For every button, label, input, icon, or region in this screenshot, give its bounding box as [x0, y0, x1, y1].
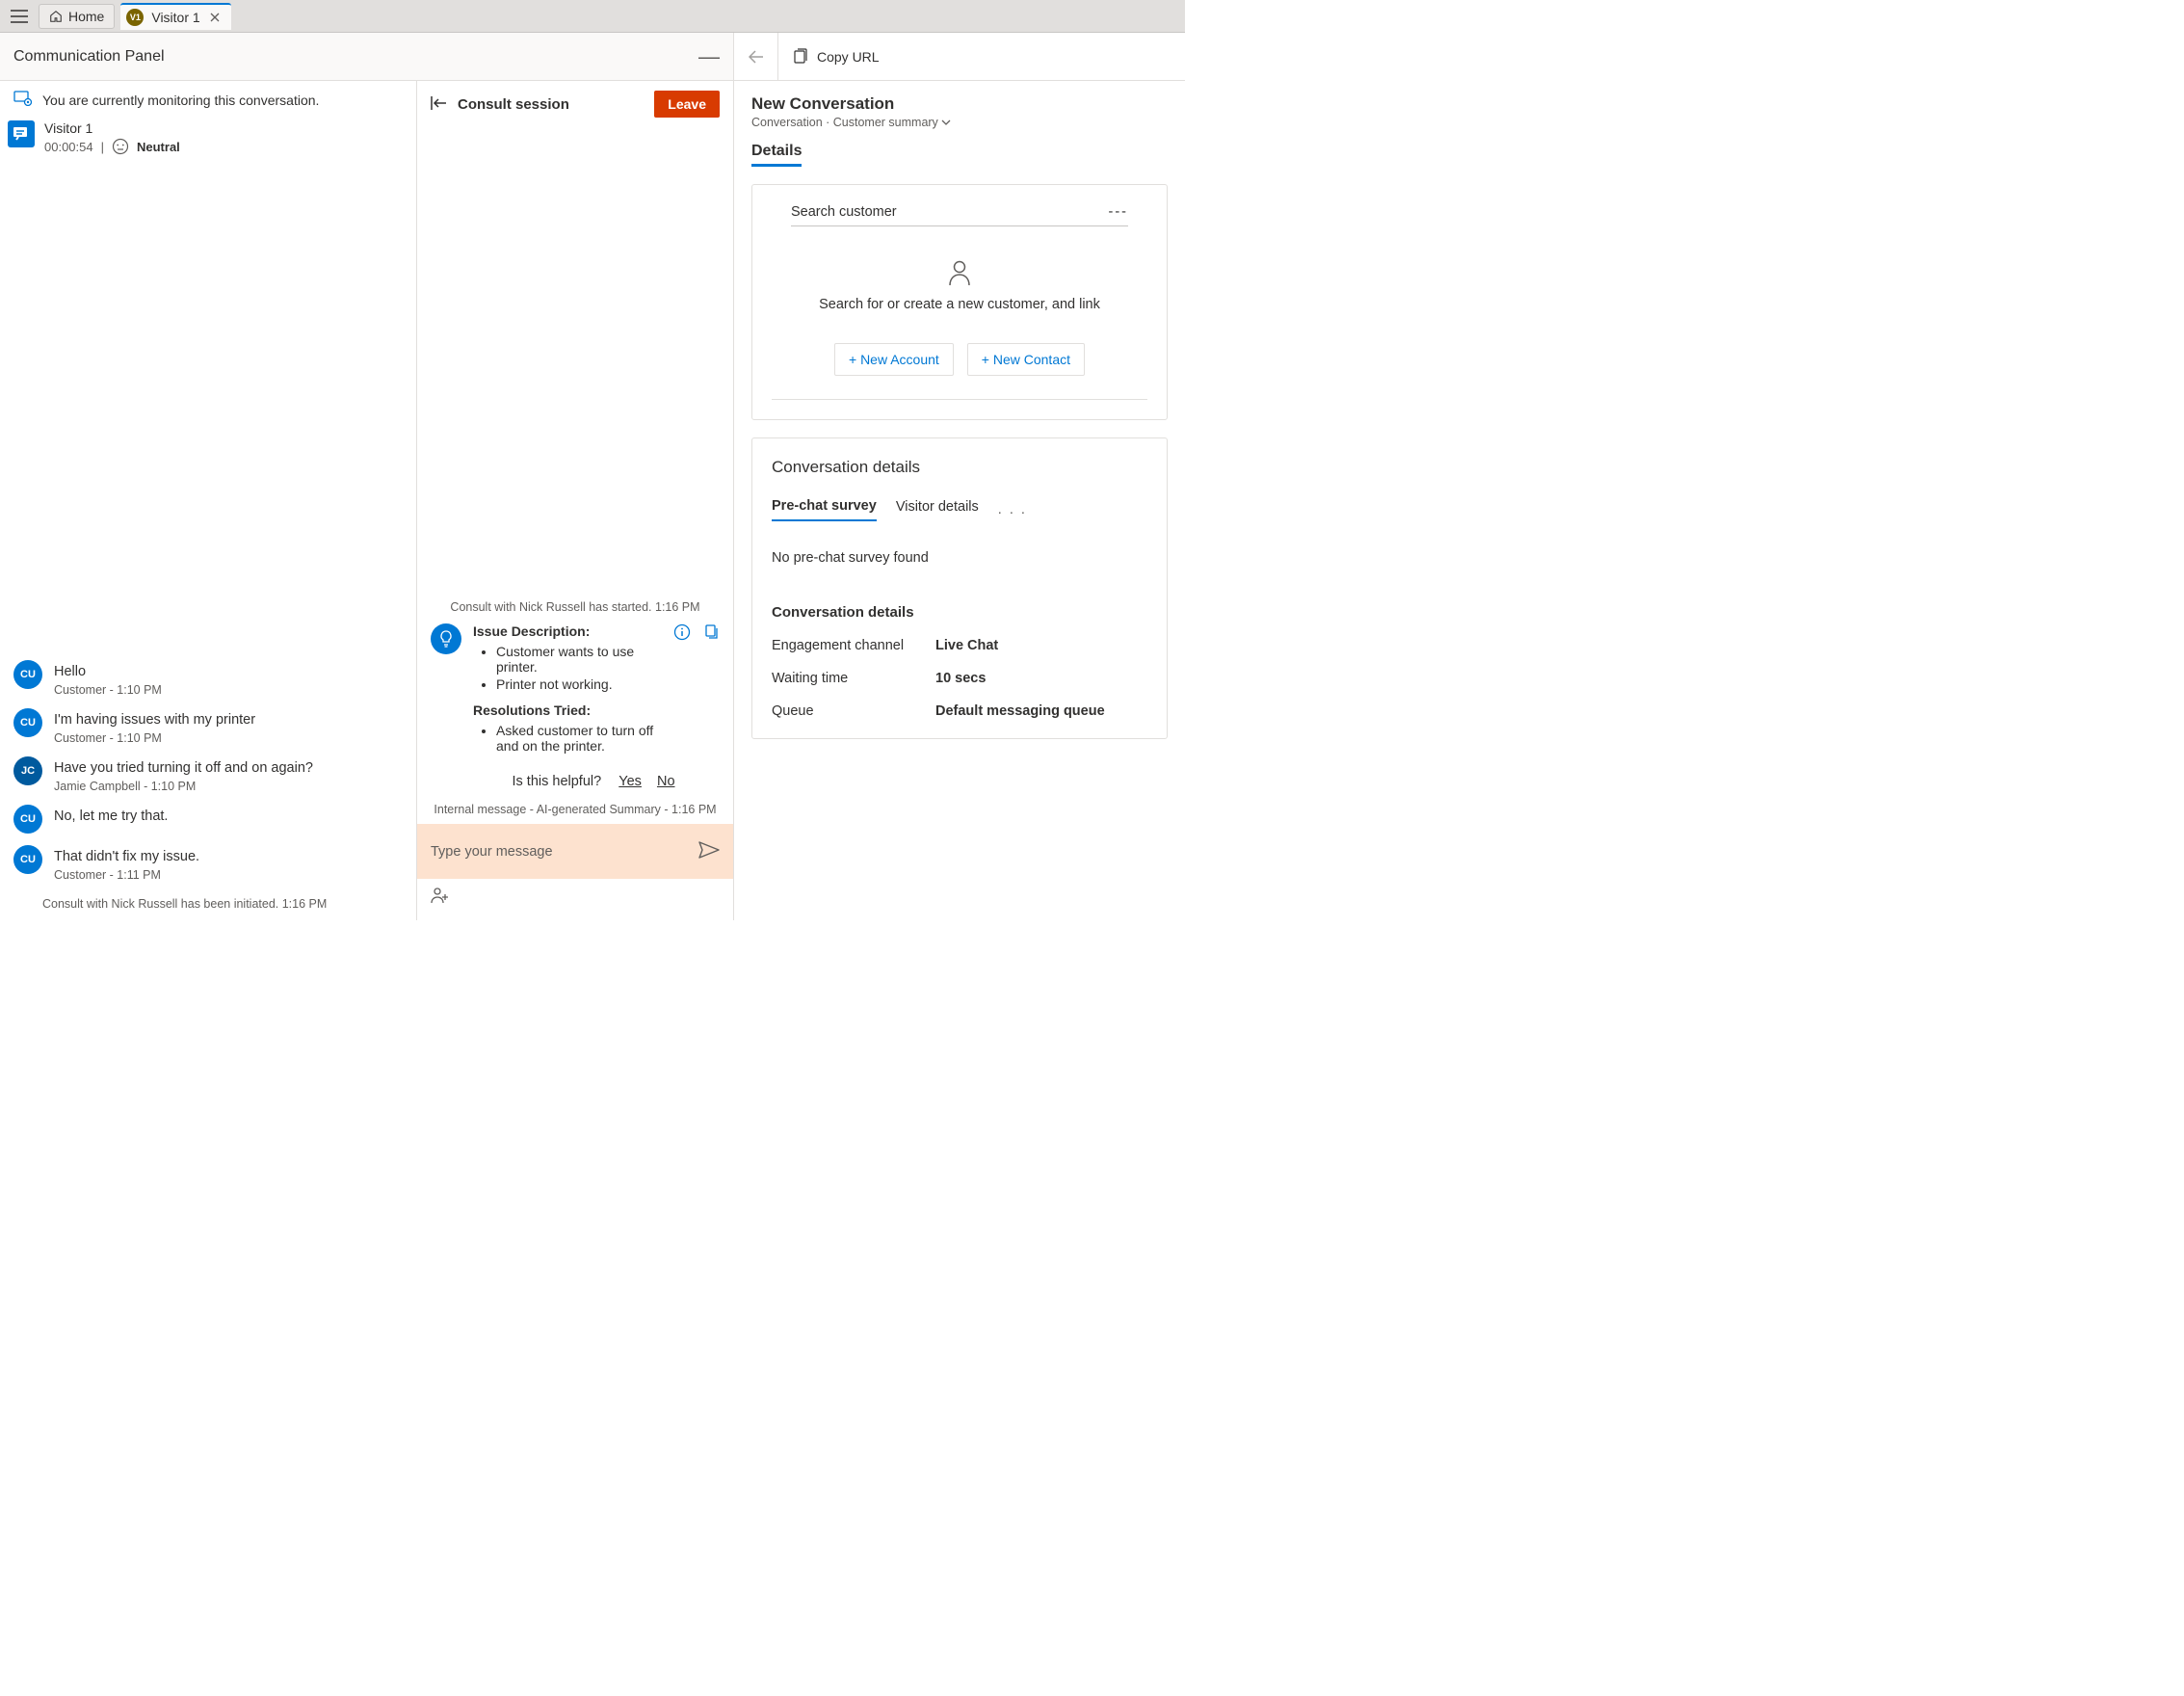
message-input[interactable] [431, 844, 698, 860]
back-button[interactable] [734, 33, 778, 81]
message-text: No, let me try that. [54, 805, 168, 824]
close-icon [210, 13, 220, 22]
issue-heading: Issue Description: [473, 623, 673, 639]
sentiment-icon [112, 138, 129, 155]
conversation-details-heading: Conversation details [772, 458, 1147, 477]
conversation-details-subheading: Conversation details [772, 604, 1147, 621]
message-meta: Customer - 1:11 PM [54, 868, 199, 882]
message-meta: Customer - 1:10 PM [54, 731, 255, 745]
lightbulb-icon [431, 623, 461, 654]
active-tab-visitor[interactable]: V1 Visitor 1 [120, 3, 230, 30]
chat-panel: You are currently monitoring this conver… [0, 81, 416, 920]
home-icon [49, 10, 63, 23]
kv-queue: Queue Default messaging queue [772, 703, 1147, 719]
consult-initiated-note: Consult with Nick Russell has been initi… [13, 888, 403, 911]
message-text: That didn't fix my issue. [54, 845, 199, 864]
message-text: Hello [54, 660, 162, 679]
ai-summary: Issue Description: Customer wants to use… [417, 620, 733, 799]
avatar: CU [13, 660, 42, 689]
page-title: New Conversation [751, 94, 1168, 114]
helpful-no[interactable]: No [657, 774, 675, 789]
leave-button[interactable]: Leave [654, 91, 720, 118]
session-row[interactable]: Visitor 1 00:00:54 | Neutral [0, 115, 416, 165]
chevron-down-icon [941, 119, 951, 126]
tab-pre-chat-survey[interactable]: Pre-chat survey [772, 498, 877, 521]
breadcrumb: Conversation · Customer summary [751, 116, 1168, 129]
internal-message-meta: Internal message - AI-generated Summary … [417, 799, 733, 824]
customer-summary-dropdown[interactable]: Customer summary [833, 116, 952, 129]
message: CU Hello Customer - 1:10 PM [13, 654, 403, 697]
customer-placeholder-text: Search for or create a new customer, and… [772, 297, 1147, 312]
consult-started-note: Consult with Nick Russell has started. 1… [417, 595, 733, 620]
tab-avatar: V1 [126, 9, 144, 26]
minimize-button[interactable]: — [698, 44, 720, 69]
message-list: CU Hello Customer - 1:10 PM CU I'm havin… [0, 654, 416, 920]
kv-engagement-channel: Engagement channel Live Chat [772, 638, 1147, 653]
message: CU No, let me try that. [13, 799, 403, 834]
message-meta: Customer - 1:10 PM [54, 683, 162, 697]
details-panel: Copy URL New Conversation Conversation ·… [734, 33, 1185, 920]
tab-close-button[interactable] [208, 11, 222, 24]
sentiment-label: Neutral [137, 140, 180, 154]
collapse-consult-button[interactable] [431, 95, 448, 114]
message-text: I'm having issues with my printer [54, 708, 255, 728]
tab-visitor-details[interactable]: Visitor details [896, 499, 979, 520]
avatar: CU [13, 805, 42, 834]
monitoring-banner: You are currently monitoring this conver… [0, 81, 416, 115]
chat-session-icon [8, 120, 35, 147]
add-participant-button[interactable] [431, 891, 450, 907]
conversation-details-card: Conversation details Pre-chat survey Vis… [751, 437, 1168, 739]
issue-item: Printer not working. [496, 676, 673, 693]
resolutions-heading: Resolutions Tried: [473, 702, 673, 718]
monitoring-text: You are currently monitoring this conver… [42, 93, 319, 108]
monitor-icon [13, 91, 33, 109]
copy-url-button[interactable]: Copy URL [778, 48, 880, 66]
avatar: JC [13, 756, 42, 785]
send-button[interactable] [698, 841, 720, 861]
tab-details[interactable]: Details [751, 143, 802, 167]
kv-waiting-time: Waiting time 10 secs [772, 671, 1147, 686]
helpful-yes[interactable]: Yes [618, 774, 642, 789]
helpful-prompt: Is this helpful? Yes No [473, 764, 720, 795]
compose-box[interactable] [417, 824, 733, 879]
message-text: Have you tried turning it off and on aga… [54, 756, 313, 776]
message-meta: Jamie Campbell - 1:10 PM [54, 780, 313, 793]
message: CU I'm having issues with my printer Cus… [13, 702, 403, 745]
home-tab-label: Home [68, 9, 104, 24]
consult-panel: Consult session Leave Consult with Nick … [416, 81, 733, 920]
info-icon[interactable] [673, 623, 691, 644]
comm-panel-header: Communication Panel — [0, 33, 733, 81]
issue-item: Customer wants to use printer. [496, 643, 673, 676]
new-contact-button[interactable]: + New Contact [967, 343, 1085, 376]
top-tab-bar: Home V1 Visitor 1 [0, 0, 1185, 33]
new-account-button[interactable]: + New Account [834, 343, 954, 376]
customer-card: Search customer --- Search for or create… [751, 184, 1168, 420]
tab-overflow-menu[interactable]: . . . [998, 502, 1027, 517]
message: CU That didn't fix my issue. Customer - … [13, 839, 403, 882]
resolution-item: Asked customer to turn off and on the pr… [496, 722, 673, 755]
session-name: Visitor 1 [44, 120, 180, 136]
no-survey-text: No pre-chat survey found [772, 550, 1147, 566]
copy-url-icon [792, 48, 809, 66]
tab-label: Visitor 1 [151, 10, 199, 25]
avatar: CU [13, 845, 42, 874]
avatar: CU [13, 708, 42, 737]
message: JC Have you tried turning it off and on … [13, 751, 403, 793]
person-icon [947, 259, 972, 286]
session-timer: 00:00:54 [44, 140, 93, 154]
home-tab[interactable]: Home [39, 4, 115, 29]
copy-url-label: Copy URL [817, 49, 880, 65]
search-customer-field[interactable]: Search customer --- [791, 204, 1128, 226]
hamburger-menu[interactable] [6, 5, 33, 28]
comm-panel-title: Communication Panel [13, 48, 165, 66]
consult-title: Consult session [458, 96, 569, 113]
copy-icon[interactable] [702, 623, 720, 644]
communication-panel: Communication Panel — You are currently … [0, 33, 734, 920]
